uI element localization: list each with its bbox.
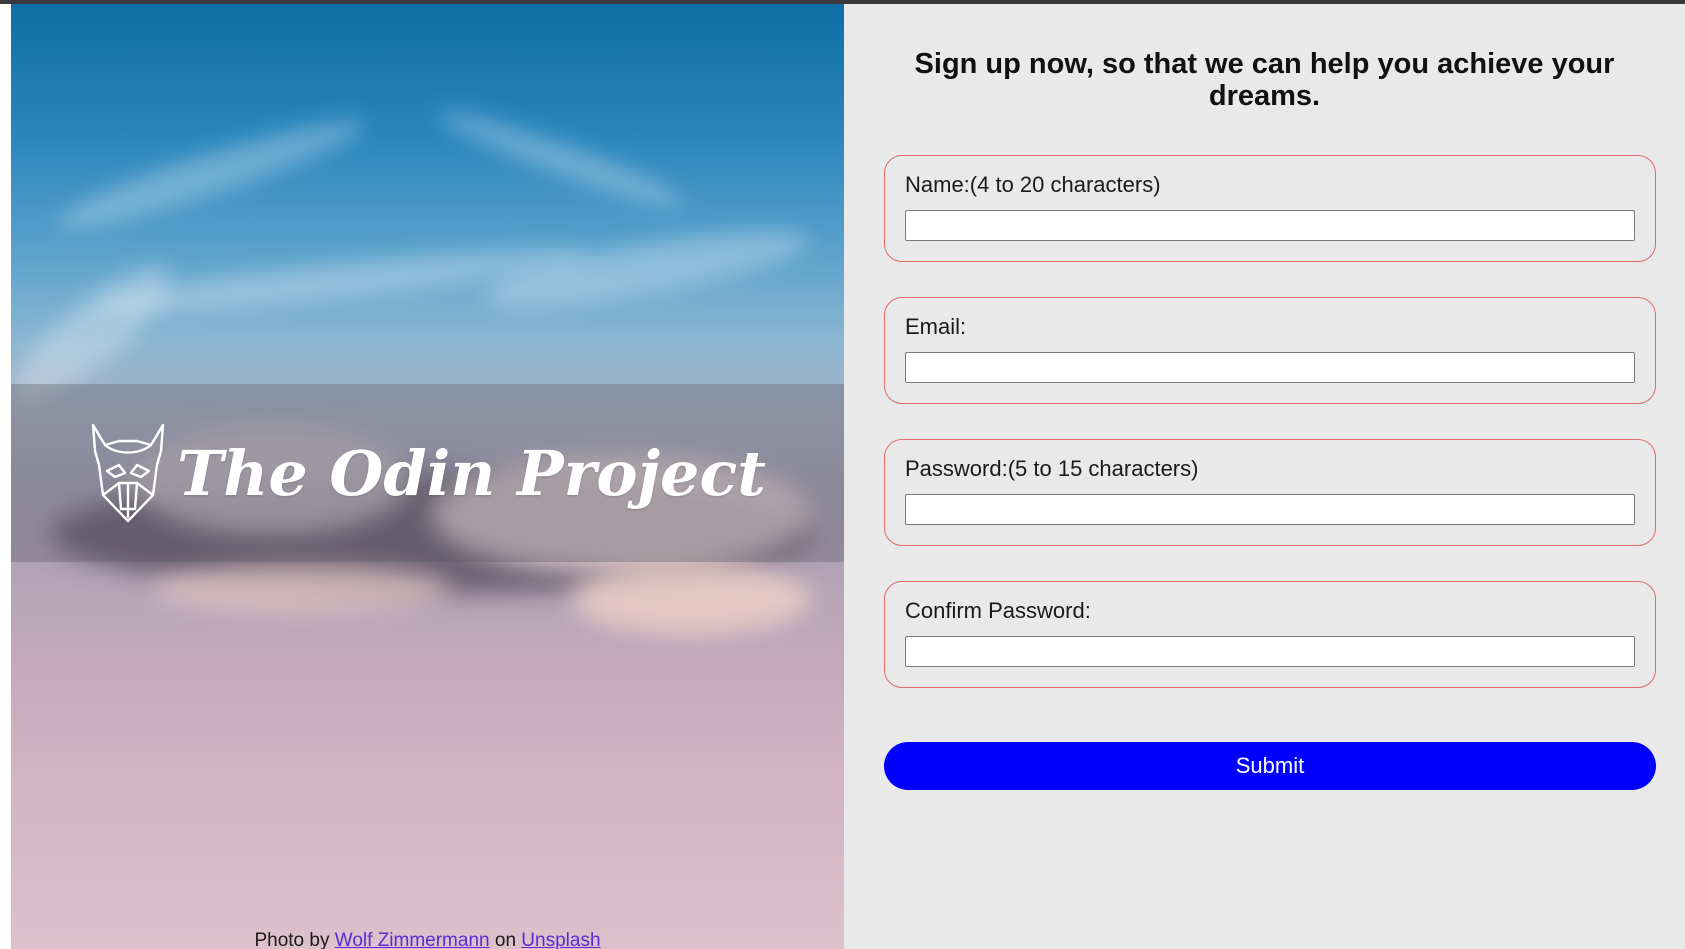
page-title: Sign up now, so that we can help you ach… — [914, 48, 1615, 112]
hero-panel: The Odin Project Photo by Wolf Zimmerman… — [11, 4, 844, 949]
credit-middle: on — [489, 930, 522, 949]
brand-logo[interactable]: The Odin Project — [89, 421, 766, 525]
cloud-wisp — [433, 100, 689, 218]
password-input[interactable] — [905, 494, 1635, 525]
credit-prefix: Photo by — [254, 930, 335, 949]
name-input[interactable] — [905, 210, 1635, 241]
credit-site-link[interactable]: Unsplash — [521, 930, 600, 949]
cloud-light — [151, 564, 451, 614]
signup-form-panel: Sign up now, so that we can help you ach… — [844, 4, 1685, 949]
signup-page: The Odin Project Photo by Wolf Zimmerman… — [0, 4, 1685, 949]
name-label: Name:(4 to 20 characters) — [905, 172, 1161, 197]
password-label: Password:(5 to 15 characters) — [905, 456, 1199, 481]
email-input[interactable] — [905, 352, 1635, 383]
left-gutter — [0, 4, 11, 949]
brand-banner: The Odin Project — [11, 384, 844, 562]
cloud-light — [571, 564, 811, 634]
cloud-wisp — [52, 105, 370, 243]
credit-author-link[interactable]: Wolf Zimmermann — [335, 930, 490, 949]
email-field-group: Email: — [884, 297, 1656, 404]
name-field-group: Name:(4 to 20 characters) — [884, 155, 1656, 262]
password-field-group: Password:(5 to 15 characters) — [884, 439, 1656, 546]
odin-viking-helmet-icon — [91, 423, 165, 523]
brand-name: The Odin Project — [177, 436, 766, 510]
photo-credit: Photo by Wolf Zimmermann on Unsplash — [11, 930, 844, 949]
confirm-password-field-group: Confirm Password: — [884, 581, 1656, 688]
submit-button[interactable]: Submit — [884, 742, 1656, 790]
email-label: Email: — [905, 314, 967, 339]
confirm-password-label: Confirm Password: — [905, 598, 1091, 623]
confirm-password-input[interactable] — [905, 636, 1635, 667]
